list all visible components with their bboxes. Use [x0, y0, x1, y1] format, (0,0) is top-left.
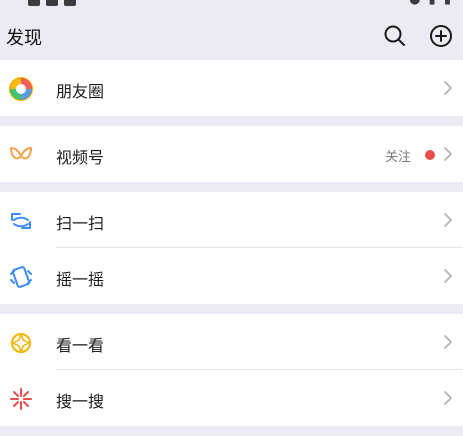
discover-menu: 朋友圈 视频号 关注 扫一扫 摇一摇 看一看 搜一搜: [0, 60, 463, 436]
search-icon[interactable]: [382, 23, 408, 49]
chevron-right-icon: [443, 146, 453, 162]
status-bar: ● ▮ ▮: [0, 0, 463, 10]
chevron-right-icon: [443, 390, 453, 406]
status-icon: [46, 0, 58, 6]
discover-header: 发现: [0, 12, 463, 60]
chevron-right-icon: [443, 212, 453, 228]
menu-item-channels[interactable]: 视频号 关注: [0, 126, 463, 182]
status-icon: [64, 0, 76, 6]
menu-item-scan[interactable]: 扫一扫: [0, 192, 463, 248]
moments-aperture-icon: [8, 76, 34, 102]
scan-icon: [8, 208, 34, 234]
chevron-right-icon: [443, 268, 453, 284]
search-sparkle-icon: [8, 386, 34, 412]
status-right-icons: ● ▮ ▮: [409, 0, 453, 7]
status-icon: [28, 0, 40, 6]
menu-group: 看一看 搜一搜: [0, 314, 463, 426]
menu-item-top-stories[interactable]: 看一看: [0, 314, 463, 370]
menu-group: 扫一扫 摇一摇: [0, 192, 463, 304]
menu-item-label: 搜一搜: [56, 392, 105, 411]
menu-group: 视频号 关注: [0, 126, 463, 182]
chevron-right-icon: [443, 80, 453, 96]
menu-item-label: 扫一扫: [56, 214, 105, 233]
menu-group: 朋友圈: [0, 60, 463, 116]
menu-item-label: 朋友圈: [56, 82, 105, 101]
menu-item-moments[interactable]: 朋友圈: [0, 60, 463, 116]
page-title: 发现: [6, 28, 42, 49]
add-circle-icon[interactable]: [428, 23, 454, 49]
status-left-icons: [28, 0, 76, 6]
menu-item-label: 看一看: [56, 336, 105, 355]
chevron-right-icon: [443, 334, 453, 350]
menu-item-label: 视频号: [56, 148, 105, 167]
menu-item-label: 摇一摇: [56, 270, 105, 289]
status-text: 关注: [384, 150, 411, 165]
top-stories-icon: [8, 330, 34, 356]
menu-item-shake[interactable]: 摇一摇: [0, 248, 463, 304]
red-dot-badge: [425, 150, 435, 160]
channels-butterfly-icon: [8, 142, 34, 168]
shake-icon: [8, 264, 34, 290]
menu-item-search[interactable]: 搜一搜: [0, 370, 463, 426]
